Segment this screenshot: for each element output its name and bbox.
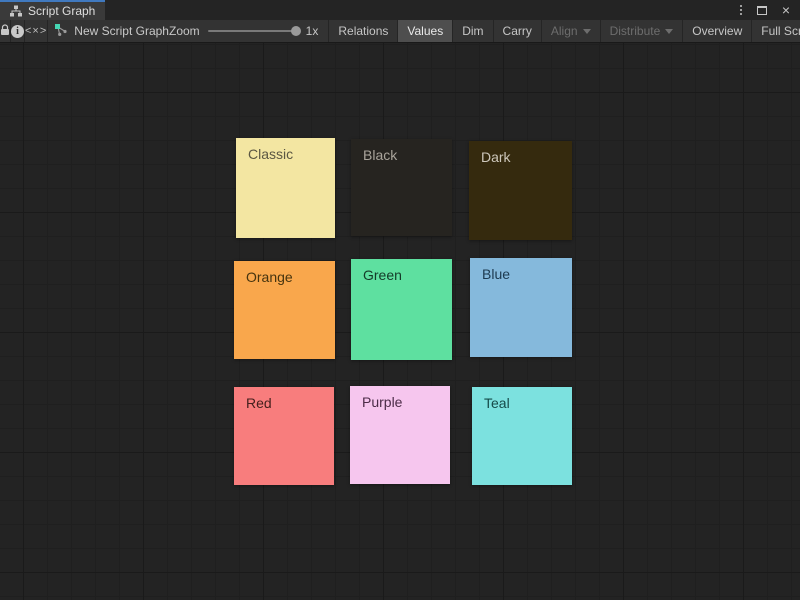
graph-canvas[interactable]: Classic Black Dark Orange Green Blue Red Purple… bbox=[0, 43, 800, 600]
window-controls: × bbox=[740, 0, 800, 20]
graph-name-label: New Script Graph bbox=[74, 24, 169, 38]
chevron-down-icon bbox=[583, 29, 591, 34]
tab-title: Script Graph bbox=[28, 4, 95, 18]
sticky-note-purple[interactable]: Purple bbox=[350, 386, 450, 484]
align-label: Align bbox=[551, 24, 578, 38]
new-graph-node-icon bbox=[54, 23, 68, 40]
values-button[interactable]: Values bbox=[398, 20, 453, 42]
sticky-note-title[interactable]: Green bbox=[351, 259, 452, 291]
sticky-note-classic[interactable]: Classic bbox=[236, 138, 335, 238]
dim-label: Dim bbox=[462, 24, 483, 38]
lock-icon bbox=[0, 24, 10, 39]
sticky-note-title[interactable]: Black bbox=[351, 139, 452, 171]
zoom-slider-handle[interactable] bbox=[291, 26, 301, 36]
sticky-note-blue[interactable]: Blue bbox=[470, 258, 572, 357]
maximize-icon[interactable] bbox=[757, 6, 767, 15]
distribute-label: Distribute bbox=[610, 24, 661, 38]
graph-toolbar: i <×> New Script Graph Zoom bbox=[0, 20, 800, 43]
sticky-note-orange[interactable]: Orange bbox=[234, 261, 335, 359]
dim-button[interactable]: Dim bbox=[453, 20, 493, 42]
tab-script-graph[interactable]: Script Graph bbox=[0, 0, 105, 20]
sticky-note-red[interactable]: Red bbox=[234, 387, 334, 485]
carry-label: Carry bbox=[503, 24, 532, 38]
sticky-note-title[interactable]: Orange bbox=[234, 261, 335, 293]
sticky-note-green[interactable]: Green bbox=[351, 259, 452, 360]
sticky-note-teal[interactable]: Teal bbox=[472, 387, 572, 485]
zoom-value: 1x bbox=[306, 24, 319, 38]
sticky-note-title[interactable]: Purple bbox=[350, 386, 450, 418]
close-icon[interactable]: × bbox=[782, 5, 790, 15]
relations-button[interactable]: Relations bbox=[329, 20, 398, 42]
title-bar: Script Graph × bbox=[0, 0, 800, 20]
lock-button[interactable] bbox=[0, 20, 11, 42]
zoom-label: Zoom bbox=[169, 24, 200, 38]
sticky-note-title[interactable]: Classic bbox=[236, 138, 335, 170]
info-button[interactable]: i bbox=[11, 20, 25, 42]
chevron-down-icon bbox=[665, 29, 673, 34]
info-icon: i bbox=[11, 25, 24, 38]
zoom-control: Zoom 1x bbox=[169, 24, 322, 38]
carry-button[interactable]: Carry bbox=[494, 20, 542, 42]
code-icon: <×> bbox=[25, 25, 47, 37]
distribute-dropdown-button[interactable]: Distribute bbox=[601, 20, 684, 42]
window-menu-icon[interactable] bbox=[740, 5, 742, 15]
full-screen-label: Full Screen bbox=[761, 24, 800, 38]
graph-name: New Script Graph bbox=[54, 23, 169, 40]
overview-label: Overview bbox=[692, 24, 742, 38]
sticky-note-title[interactable]: Dark bbox=[469, 141, 572, 173]
script-graph-window: Script Graph × i <×> bbox=[0, 0, 800, 600]
graph-hierarchy-icon bbox=[10, 5, 22, 17]
overview-button[interactable]: Overview bbox=[683, 20, 752, 42]
sticky-note-title[interactable]: Red bbox=[234, 387, 334, 419]
sticky-note-dark[interactable]: Dark bbox=[469, 141, 572, 240]
sticky-note-black[interactable]: Black bbox=[351, 139, 452, 236]
values-label: Values bbox=[407, 24, 443, 38]
code-view-button[interactable]: <×> bbox=[25, 20, 48, 42]
relations-label: Relations bbox=[338, 24, 388, 38]
align-dropdown-button[interactable]: Align bbox=[542, 20, 601, 42]
sticky-note-title[interactable]: Blue bbox=[470, 258, 572, 290]
sticky-note-title[interactable]: Teal bbox=[472, 387, 572, 419]
zoom-slider[interactable] bbox=[208, 30, 298, 32]
toolbar-middle: New Script Graph Zoom 1x bbox=[48, 20, 329, 42]
full-screen-button[interactable]: Full Screen bbox=[752, 20, 800, 42]
